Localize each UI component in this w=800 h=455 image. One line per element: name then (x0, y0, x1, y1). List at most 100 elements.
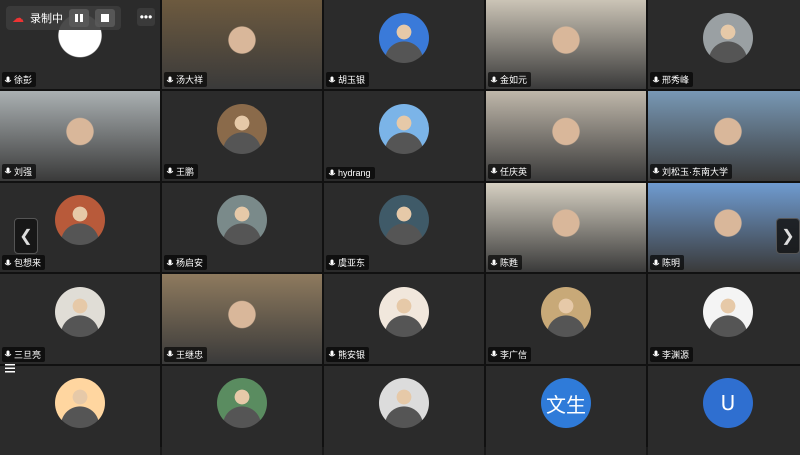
participant-tile[interactable]: 陈甦 (486, 182, 646, 273)
participant-tile[interactable]: 金如元 (486, 0, 646, 90)
avatar (379, 378, 429, 429)
participant-tile[interactable]: 李广信 (486, 274, 646, 364)
participant-name-label: 杨启安 (164, 255, 208, 271)
mic-icon (328, 169, 336, 176)
participant-name: 李广信 (500, 349, 528, 360)
pause-record-button[interactable] (69, 9, 89, 27)
participant-tile[interactable]: 杨启安 (162, 182, 322, 273)
avatar (55, 195, 105, 246)
avatar (379, 103, 429, 154)
recording-indicator: ☁ 录制中 (6, 6, 121, 30)
participant-name-label: 熊安银 (326, 346, 370, 362)
participant-name: 汤大祥 (176, 75, 204, 86)
participant-name-label: 虞亚东 (326, 255, 370, 271)
participant-name-label: 金如元 (488, 72, 532, 88)
mic-icon (166, 76, 174, 83)
mic-icon (166, 350, 174, 357)
avatar (217, 103, 267, 154)
next-page-button[interactable]: ❯ (776, 218, 800, 254)
participant-name-label: 刘强 (2, 163, 37, 179)
participant-tile[interactable] (0, 365, 160, 455)
avatar (379, 286, 429, 337)
avatar (703, 286, 753, 337)
participant-tile[interactable]: 熊安银 (324, 274, 484, 364)
participant-name: 刘强 (14, 166, 33, 177)
mic-icon (652, 259, 660, 266)
mic-icon (328, 259, 336, 266)
participant-name-label: 王鹏 (164, 163, 199, 179)
participant-name-label: 胡玉银 (326, 72, 370, 88)
more-options-button[interactable]: ••• (137, 8, 155, 26)
participant-name: 金如元 (500, 75, 528, 86)
avatar (55, 286, 105, 337)
mic-icon (166, 167, 174, 174)
participant-name-label: 陈明 (650, 255, 685, 271)
participant-tile[interactable]: U (648, 365, 800, 455)
participant-name-label: 王继忠 (164, 346, 208, 362)
participant-name: 包想来 (14, 258, 42, 269)
participant-tile[interactable]: hydrang (324, 91, 484, 181)
participant-name-label: 任庆英 (488, 163, 532, 179)
participant-tile[interactable]: 任庆英 (486, 91, 646, 181)
video-grid: 徐彭 汤大祥 胡玉银 金如元 邢秀峰刘强 王鹏 hydrang 任庆英 刘松玉·东南大学包想来 杨… (0, 0, 800, 455)
participant-name: 王鹏 (176, 166, 195, 177)
participant-tile[interactable]: 刘松玉·东南大学 (648, 91, 800, 181)
mic-icon (652, 167, 660, 174)
participant-name: hydrang (338, 167, 371, 178)
cloud-record-icon: ☁ (12, 11, 24, 25)
mic-icon (652, 76, 660, 83)
participant-tile[interactable] (162, 365, 322, 455)
avatar (379, 195, 429, 246)
mic-icon (328, 76, 336, 83)
avatar (703, 12, 753, 63)
mic-icon (490, 76, 498, 83)
participant-name: 徐彭 (14, 75, 33, 86)
mic-icon (4, 350, 12, 357)
more-icon: ••• (139, 10, 153, 24)
prev-page-button[interactable]: ❮ (14, 218, 38, 254)
participant-tile[interactable]: 三旦亮 (0, 274, 160, 364)
mic-icon (4, 167, 12, 174)
mic-icon (490, 167, 498, 174)
avatar (217, 195, 267, 246)
participant-name: 刘松玉·东南大学 (662, 166, 728, 177)
avatar (541, 286, 591, 337)
participant-name: 虞亚东 (338, 258, 366, 269)
participant-name: 陈甦 (500, 258, 519, 269)
pause-icon (75, 14, 83, 22)
mic-icon (652, 350, 660, 357)
participant-name-label: 三旦亮 (2, 346, 46, 362)
participant-name: 胡玉银 (338, 75, 366, 86)
participant-tile[interactable]: 王鹏 (162, 91, 322, 181)
avatar: 文生 (541, 378, 591, 429)
menu-icon[interactable] (4, 362, 16, 374)
participant-tile[interactable]: 王继忠 (162, 274, 322, 364)
participant-name: 任庆英 (500, 166, 528, 177)
participant-tile[interactable]: 汤大祥 (162, 0, 322, 90)
participant-tile[interactable]: 邢秀峰 (648, 0, 800, 90)
participant-name: 邢秀峰 (662, 75, 690, 86)
participant-name-label: 汤大祥 (164, 72, 208, 88)
avatar (379, 12, 429, 63)
participant-name: 熊安银 (338, 349, 366, 360)
participant-name: 三旦亮 (14, 349, 42, 360)
participant-tile[interactable]: 胡玉银 (324, 0, 484, 90)
avatar (217, 378, 267, 429)
participant-name-label: 刘松玉·东南大学 (650, 163, 732, 179)
participant-tile[interactable]: 虞亚东 (324, 182, 484, 273)
chevron-right-icon: ❯ (781, 228, 795, 245)
participant-name: 陈明 (662, 258, 681, 269)
participant-tile[interactable]: 文生 (486, 365, 646, 455)
participant-tile[interactable]: 刘强 (0, 91, 160, 181)
participant-tile[interactable]: 李渊源 (648, 274, 800, 364)
mic-icon (166, 259, 174, 266)
participant-name-label: 李广信 (488, 346, 532, 362)
mic-icon (4, 259, 12, 266)
mic-icon (490, 350, 498, 357)
participant-name: 王继忠 (176, 349, 204, 360)
avatar: U (703, 378, 753, 429)
participant-tile[interactable] (324, 365, 484, 455)
stop-icon (101, 14, 109, 22)
stop-record-button[interactable] (95, 9, 115, 27)
chevron-left-icon: ❮ (19, 228, 33, 245)
